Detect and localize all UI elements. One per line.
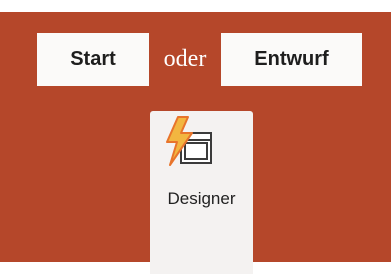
start-tab-label: Start (70, 48, 116, 70)
start-tab-button[interactable]: Start (37, 33, 149, 86)
top-strip (0, 0, 391, 12)
designer-button[interactable]: Designer (150, 111, 253, 274)
entwurf-tab-button[interactable]: Entwurf (221, 33, 362, 86)
instruction-panel: Start oder Entwurf Designer (0, 12, 391, 274)
designer-lightning-icon (166, 116, 212, 166)
connector-text: oder (163, 46, 207, 72)
entwurf-tab-label: Entwurf (254, 48, 329, 70)
designer-label: Designer (167, 189, 236, 208)
